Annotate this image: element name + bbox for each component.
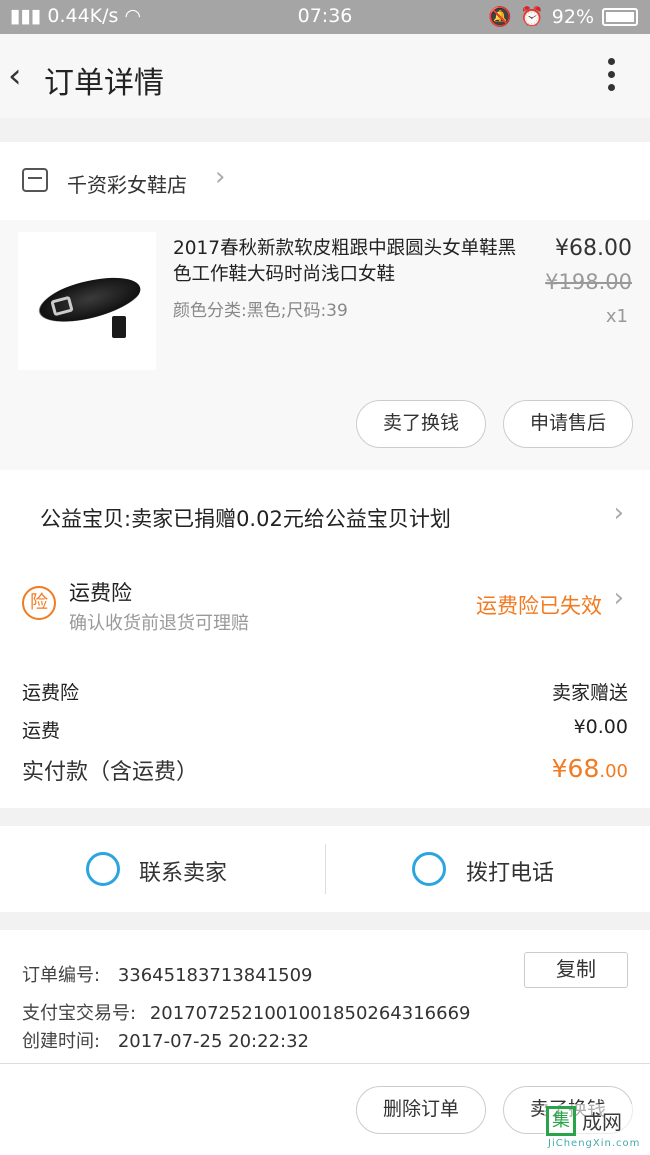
order-number: 33645183713841509 — [117, 965, 313, 986]
shop-icon — [22, 168, 48, 192]
divider — [325, 844, 326, 894]
delete-order-button[interactable]: 删除订单 — [356, 1086, 486, 1134]
total-integer: 68 — [567, 754, 600, 783]
fee-row: 运费 ¥0.00 — [22, 716, 628, 743]
battery-percent: 92% — [551, 5, 594, 28]
fee-value: 卖家赠送 — [551, 682, 628, 704]
more-menu-icon[interactable] — [608, 58, 616, 97]
alipay-label: 支付宝交易号: — [22, 1003, 137, 1024]
mute-icon: 🔕 — [488, 6, 513, 28]
watermark-name: 成网 — [582, 1110, 622, 1134]
product-spec: 颜色分类:黑色;尺码:39 — [173, 301, 348, 321]
chevron-right-icon: › — [613, 498, 624, 528]
copy-button[interactable]: 复制 — [524, 952, 628, 988]
watermark-site: JiChengXin.com — [548, 1138, 641, 1149]
watermark-logo: 集 成网 JiChengXin.com — [544, 1104, 644, 1150]
product-title: 2017春秋新款软皮粗跟中跟圆头女单鞋黑色工作鞋大码时尚浅口女鞋 — [173, 238, 517, 285]
fee-summary: 运费险 卖家赠送 运费 ¥0.00 实付款（含运费） ¥68.00 — [0, 646, 650, 808]
call-phone-label: 拨打电话 — [466, 861, 555, 886]
fee-value: ¥0.00 — [573, 716, 628, 738]
chevron-right-icon: › — [215, 162, 226, 192]
product-image — [18, 232, 156, 370]
contact-bar: 联系卖家 拨打电话 — [0, 826, 650, 912]
fee-row: 运费险 卖家赠送 — [22, 678, 628, 705]
resell-button[interactable]: 卖了换钱 — [356, 400, 486, 448]
total-amount: ¥68.00 — [552, 754, 628, 783]
insurance-subtitle: 确认收货前退货可理赔 — [69, 613, 249, 634]
watermark-char: 集 — [546, 1106, 576, 1136]
total-currency: ¥ — [551, 754, 568, 783]
fee-label: 运费险 — [22, 682, 80, 704]
product-price: ¥68.00 — [555, 236, 632, 261]
alarm-icon: ⏰ — [520, 6, 544, 28]
battery-icon — [602, 7, 638, 26]
insurance-status: 运费险已失效 — [476, 594, 602, 618]
insurance-icon: 险 — [22, 586, 56, 620]
alipay-row: 支付宝交易号: 2017072521001001850264316669 — [22, 999, 470, 1025]
shoe-heel — [112, 316, 126, 338]
order-number-label: 订单编号: — [22, 965, 101, 986]
contact-seller-label: 联系卖家 — [139, 861, 228, 886]
created-time: 2017-07-25 20:22:32 — [117, 1031, 309, 1052]
product-original-price: ¥198.00 — [545, 270, 632, 294]
charity-text: 公益宝贝:卖家已捐赠0.02元给公益宝贝计划 — [40, 507, 451, 531]
order-info: 订单编号: 33645183713841509 复制 支付宝交易号: 20170… — [0, 930, 650, 1070]
order-number-row: 订单编号: 33645183713841509 — [22, 961, 313, 987]
shop-row[interactable]: 千资彩女鞋店 › — [0, 142, 650, 220]
status-bar: ▮▮▮ 0.44K/s ◠ 07:36 🔕 ⏰ 92% — [0, 0, 650, 34]
after-sale-button[interactable]: 申请售后 — [503, 400, 633, 448]
total-decimal: .00 — [599, 761, 628, 782]
insurance-title: 运费险 — [69, 581, 132, 605]
shoe-shape — [26, 268, 146, 336]
chevron-right-icon: › — [613, 583, 624, 613]
app-header: ‹ 订单详情 — [0, 34, 650, 118]
chat-icon — [86, 852, 120, 886]
alipay-number: 2017072521001001850264316669 — [149, 1003, 471, 1024]
shop-name: 千资彩女鞋店 — [67, 173, 187, 197]
shipping-insurance-row[interactable]: 险 运费险 确认收货前退货可理赔 运费险已失效 › — [0, 566, 650, 646]
total-label: 实付款（含运费） — [22, 760, 199, 785]
charity-row[interactable]: 公益宝贝:卖家已捐赠0.02元给公益宝贝计划 › — [0, 470, 650, 566]
fee-label: 运费 — [22, 720, 61, 742]
total-row: 实付款（含运费） ¥68.00 — [22, 754, 628, 786]
product-item[interactable]: 2017春秋新款软皮粗跟中跟圆头女单鞋黑色工作鞋大码时尚浅口女鞋 颜色分类:黑色… — [0, 220, 650, 470]
phone-icon — [412, 852, 446, 886]
created-label: 创建时间: — [22, 1031, 101, 1052]
back-icon[interactable]: ‹ — [8, 56, 22, 96]
page-title: 订单详情 — [44, 66, 164, 101]
status-right: 🔕 ⏰ 92% — [488, 5, 638, 28]
product-quantity: x1 — [605, 306, 628, 327]
created-row: 创建时间: 2017-07-25 20:22:32 — [22, 1027, 309, 1053]
